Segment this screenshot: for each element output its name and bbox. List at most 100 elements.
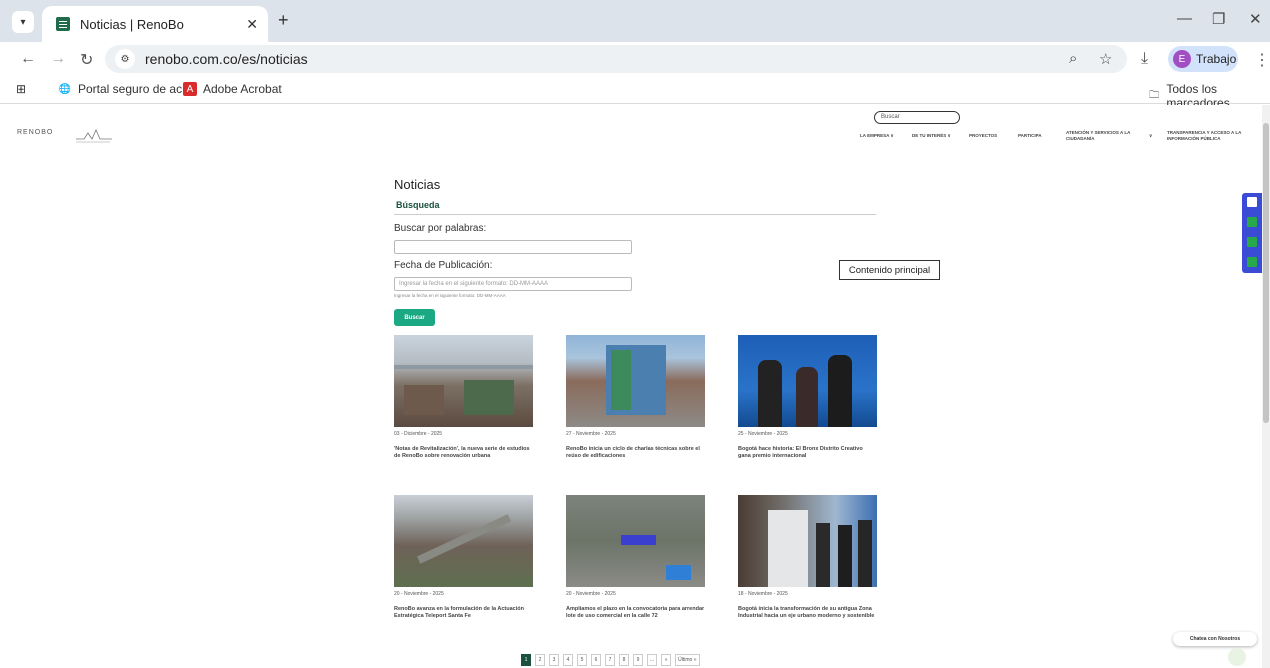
revitalizacion-logo[interactable] [74, 127, 114, 145]
profile-label: Trabajo [1196, 52, 1237, 66]
acrobat-icon: A [183, 82, 197, 96]
url-field[interactable]: ⚙ renobo.com.co/es/noticias ⌕ ☆ [105, 45, 1127, 73]
date-label: Fecha de Publicación: [394, 260, 493, 271]
page-link[interactable]: 2 [535, 654, 545, 666]
profile-button[interactable]: E Trabajo [1168, 46, 1238, 72]
chat-button[interactable]: Chatea con Nosotros [1173, 632, 1257, 646]
news-card[interactable]: 20 - Noviembre - 2025 RenoBo avanza en l… [394, 495, 533, 619]
reload-icon[interactable]: ↻ [80, 50, 93, 70]
news-date: 18 - Noviembre - 2025 [738, 591, 788, 597]
download-icon[interactable]: ⤓ [1141, 50, 1148, 68]
bookmark-label: Adobe Acrobat [203, 82, 282, 96]
browser-tab[interactable]: Noticias | RenoBo ✕ [42, 6, 268, 42]
minimize-icon[interactable]: — [1177, 10, 1192, 27]
close-tab-icon[interactable]: ✕ [246, 16, 258, 33]
news-title[interactable]: RenoBo avanza en la formulación de la Ac… [394, 606, 533, 619]
page-link[interactable]: 3 [549, 654, 559, 666]
news-image[interactable] [738, 335, 877, 427]
page-title: Noticias [394, 177, 441, 192]
address-bar: ← → ↻ ⚙ renobo.com.co/es/noticias ⌕ ☆ ⤓ … [0, 42, 1270, 76]
menu-participa[interactable]: PARTICIPA [1018, 133, 1042, 139]
sign-language-icon[interactable] [1247, 257, 1257, 267]
folder-icon: 🗀 [1149, 89, 1160, 101]
news-card[interactable]: 03 - Diciembre - 2025 'Notas de Revitali… [394, 335, 533, 459]
web-page: Buscar RENOBO LA EMPRESA ∨ DE TU INTERÉS… [0, 105, 1262, 668]
page-link[interactable]: 7 [605, 654, 615, 666]
last-page-link[interactable]: Último » [675, 654, 700, 666]
bookmark-portal[interactable]: 🌐 Portal seguro de ac... [58, 82, 192, 96]
contrast-icon[interactable] [1247, 197, 1257, 207]
page-ellipsis: ... [647, 654, 658, 666]
pagination: 1 2 3 4 5 6 7 8 9 ... » Último » [521, 654, 700, 666]
zoom-icon[interactable]: ⌕ [1069, 50, 1077, 67]
forward-icon[interactable]: → [50, 50, 66, 68]
avatar: E [1173, 50, 1191, 68]
news-title[interactable]: Bogotá hace historia: El Bronx Distrito … [738, 446, 877, 459]
site-search-input[interactable]: Buscar [874, 111, 960, 124]
news-title[interactable]: Bogotá inicia la transformación de su an… [738, 606, 877, 619]
news-title[interactable]: Ampliamos el plazo en la convocatoria pa… [566, 606, 705, 619]
news-title[interactable]: RenoBo inicia un ciclo de charlas técnic… [566, 446, 705, 459]
page-link[interactable]: 8 [619, 654, 629, 666]
news-date: 25 - Noviembre - 2025 [738, 431, 788, 437]
restore-icon[interactable]: ❐ [1212, 10, 1225, 28]
news-date: 20 - Noviembre - 2025 [394, 591, 444, 597]
keyword-input[interactable] [394, 240, 632, 254]
accessibility-toolbar [1242, 193, 1262, 273]
news-card[interactable]: 27 - Noviembre - 2025 RenoBo inicia un c… [566, 335, 705, 459]
menu-la-empresa[interactable]: LA EMPRESA ∨ [860, 133, 894, 139]
new-tab-button[interactable]: + [278, 10, 289, 31]
bookmark-label: Portal seguro de ac... [78, 82, 193, 96]
menu-atencion[interactable]: ATENCIÓN Y SERVICIOS A LA CIUDADANÍA [1066, 130, 1138, 142]
news-image[interactable] [394, 495, 533, 587]
divider [394, 214, 876, 215]
close-window-icon[interactable]: ✕ [1249, 10, 1262, 28]
menu-transparencia[interactable]: TRANSPARENCIA Y ACCESO A LA INFORMACIÓN … [1167, 130, 1255, 142]
news-image[interactable] [566, 495, 705, 587]
url-text: renobo.com.co/es/noticias [145, 51, 308, 67]
tab-search-button[interactable]: ▾ [12, 11, 34, 33]
menu-proyectos[interactable]: PROYECTOS [969, 133, 997, 139]
search-heading: Búsqueda [396, 200, 440, 210]
news-title[interactable]: 'Notas de Revitalización', la nueva seri… [394, 446, 533, 459]
keyword-label: Buscar por palabras: [394, 223, 487, 234]
more-menu-icon[interactable]: ⋮ [1254, 50, 1270, 70]
bookmarks-bar: ⊞ 🌐 Portal seguro de ac... A Adobe Acrob… [0, 76, 1270, 110]
news-date: 27 - Noviembre - 2025 [566, 431, 616, 437]
apps-icon[interactable]: ⊞ [16, 82, 26, 96]
text-larger-icon[interactable] [1247, 237, 1257, 247]
news-date: 20 - Noviembre - 2025 [566, 591, 616, 597]
browser-tab-bar: ▾ Noticias | RenoBo ✕ + — ❐ ✕ [0, 0, 1270, 42]
news-image[interactable] [738, 495, 877, 587]
date-input[interactable]: Ingresar la fecha en el siguiente format… [394, 277, 632, 291]
news-image[interactable] [394, 335, 533, 427]
bookmark-acrobat[interactable]: A Adobe Acrobat [183, 82, 282, 96]
news-card[interactable]: 20 - Noviembre - 2025 Ampliamos el plazo… [566, 495, 705, 619]
page-link[interactable]: 5 [577, 654, 587, 666]
skip-to-content-link[interactable]: Contenido principal [839, 260, 940, 280]
news-card[interactable]: 18 - Noviembre - 2025 Bogotá inicia la t… [738, 495, 877, 619]
news-card[interactable]: 25 - Noviembre - 2025 Bogotá hace histor… [738, 335, 877, 459]
globe-icon: 🌐 [58, 83, 72, 95]
page-link[interactable]: 6 [591, 654, 601, 666]
scrollbar[interactable] [1262, 105, 1270, 668]
chevron-down-icon[interactable]: ∨ [1149, 133, 1152, 139]
chat-avatar-icon[interactable] [1228, 648, 1246, 666]
site-info-icon[interactable]: ⚙ [115, 49, 135, 69]
text-smaller-icon[interactable] [1247, 217, 1257, 227]
news-image[interactable] [566, 335, 705, 427]
date-hint: Ingresar la fecha en el siguiente format… [394, 293, 506, 298]
menu-de-tu-interes[interactable]: DE TU INTERÉS ∨ [912, 133, 951, 139]
next-page-link[interactable]: » [661, 654, 672, 666]
page-link[interactable]: 4 [563, 654, 573, 666]
page-link[interactable]: 9 [633, 654, 643, 666]
search-button[interactable]: Buscar [394, 309, 435, 326]
back-icon[interactable]: ← [20, 50, 36, 68]
site-favicon-icon [56, 17, 70, 31]
bookmark-star-icon[interactable]: ☆ [1099, 50, 1112, 68]
news-date: 03 - Diciembre - 2025 [394, 431, 443, 437]
page-link[interactable]: 1 [521, 654, 531, 666]
renobo-logo[interactable]: RENOBO [17, 129, 53, 136]
tab-title: Noticias | RenoBo [80, 16, 184, 32]
scrollbar-thumb[interactable] [1263, 123, 1269, 423]
